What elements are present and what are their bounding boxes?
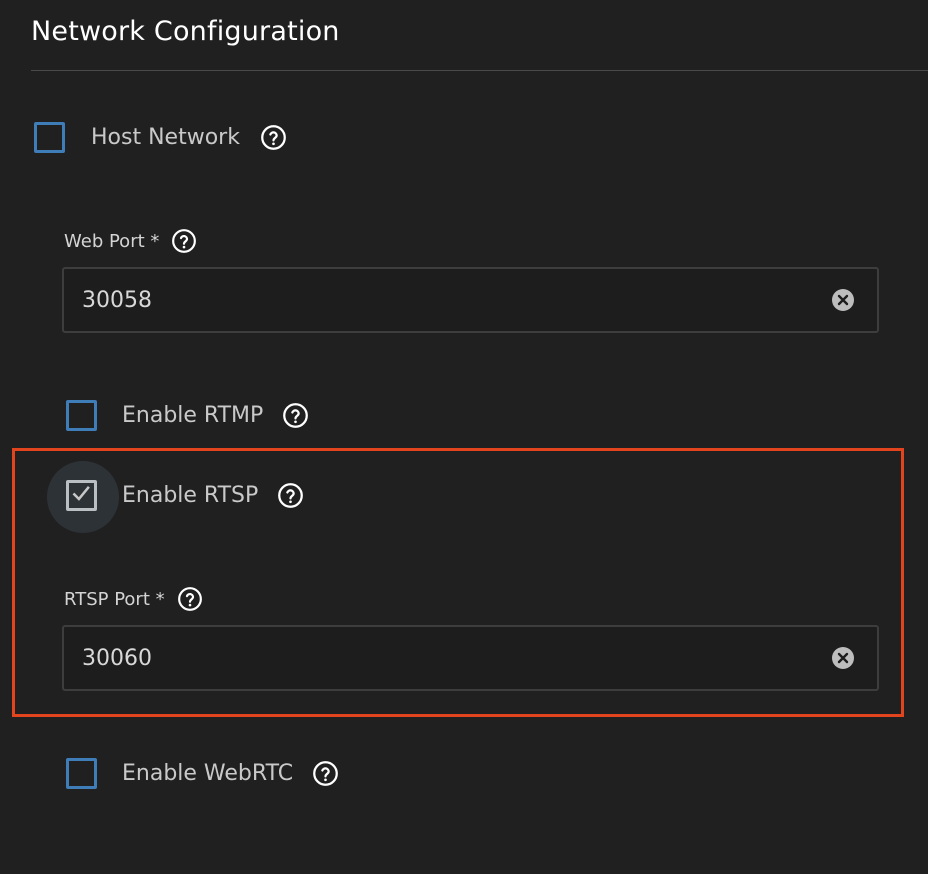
- web-port-label: Web Port *: [64, 230, 160, 252]
- rtsp-port-input[interactable]: [64, 626, 831, 690]
- enable-rtmp-label[interactable]: Enable RTMP: [122, 403, 263, 428]
- rtsp-port-label: RTSP Port *: [64, 588, 165, 610]
- web-port-input[interactable]: [64, 268, 831, 332]
- enable-rtmp-checkbox[interactable]: [66, 399, 97, 431]
- help-circle-icon[interactable]: [171, 228, 197, 254]
- section-title: Network Configuration: [31, 16, 340, 47]
- web-port-label-row: Web Port *: [64, 226, 197, 256]
- enable-rtsp-row: Enable RTSP: [47, 460, 304, 533]
- enable-rtsp-checkbox[interactable]: [47, 460, 119, 533]
- network-configuration-page: Network Configuration Host Network Web P…: [0, 0, 928, 874]
- help-circle-icon[interactable]: [282, 402, 309, 429]
- clear-circle-icon[interactable]: [831, 646, 855, 670]
- help-circle-icon[interactable]: [177, 586, 203, 612]
- help-circle-icon[interactable]: [312, 760, 339, 787]
- help-circle-icon[interactable]: [277, 482, 304, 509]
- host-network-label[interactable]: Host Network: [91, 125, 240, 150]
- enable-webrtc-label[interactable]: Enable WebRTC: [122, 761, 293, 786]
- enable-webrtc-row: Enable WebRTC: [66, 753, 339, 793]
- rtsp-port-input-wrapper: [62, 625, 879, 691]
- web-port-input-wrapper: [62, 267, 879, 333]
- enable-rtmp-row: Enable RTMP: [66, 395, 309, 435]
- host-network-checkbox[interactable]: [34, 121, 65, 153]
- enable-rtsp-label[interactable]: Enable RTSP: [122, 483, 258, 508]
- clear-circle-icon[interactable]: [831, 288, 855, 312]
- enable-webrtc-checkbox[interactable]: [66, 757, 97, 789]
- host-network-row: Host Network: [34, 117, 287, 157]
- rtsp-port-label-row: RTSP Port *: [64, 584, 203, 614]
- check-mark-icon: [72, 485, 90, 501]
- help-circle-icon[interactable]: [260, 124, 287, 151]
- section-divider: [31, 70, 928, 71]
